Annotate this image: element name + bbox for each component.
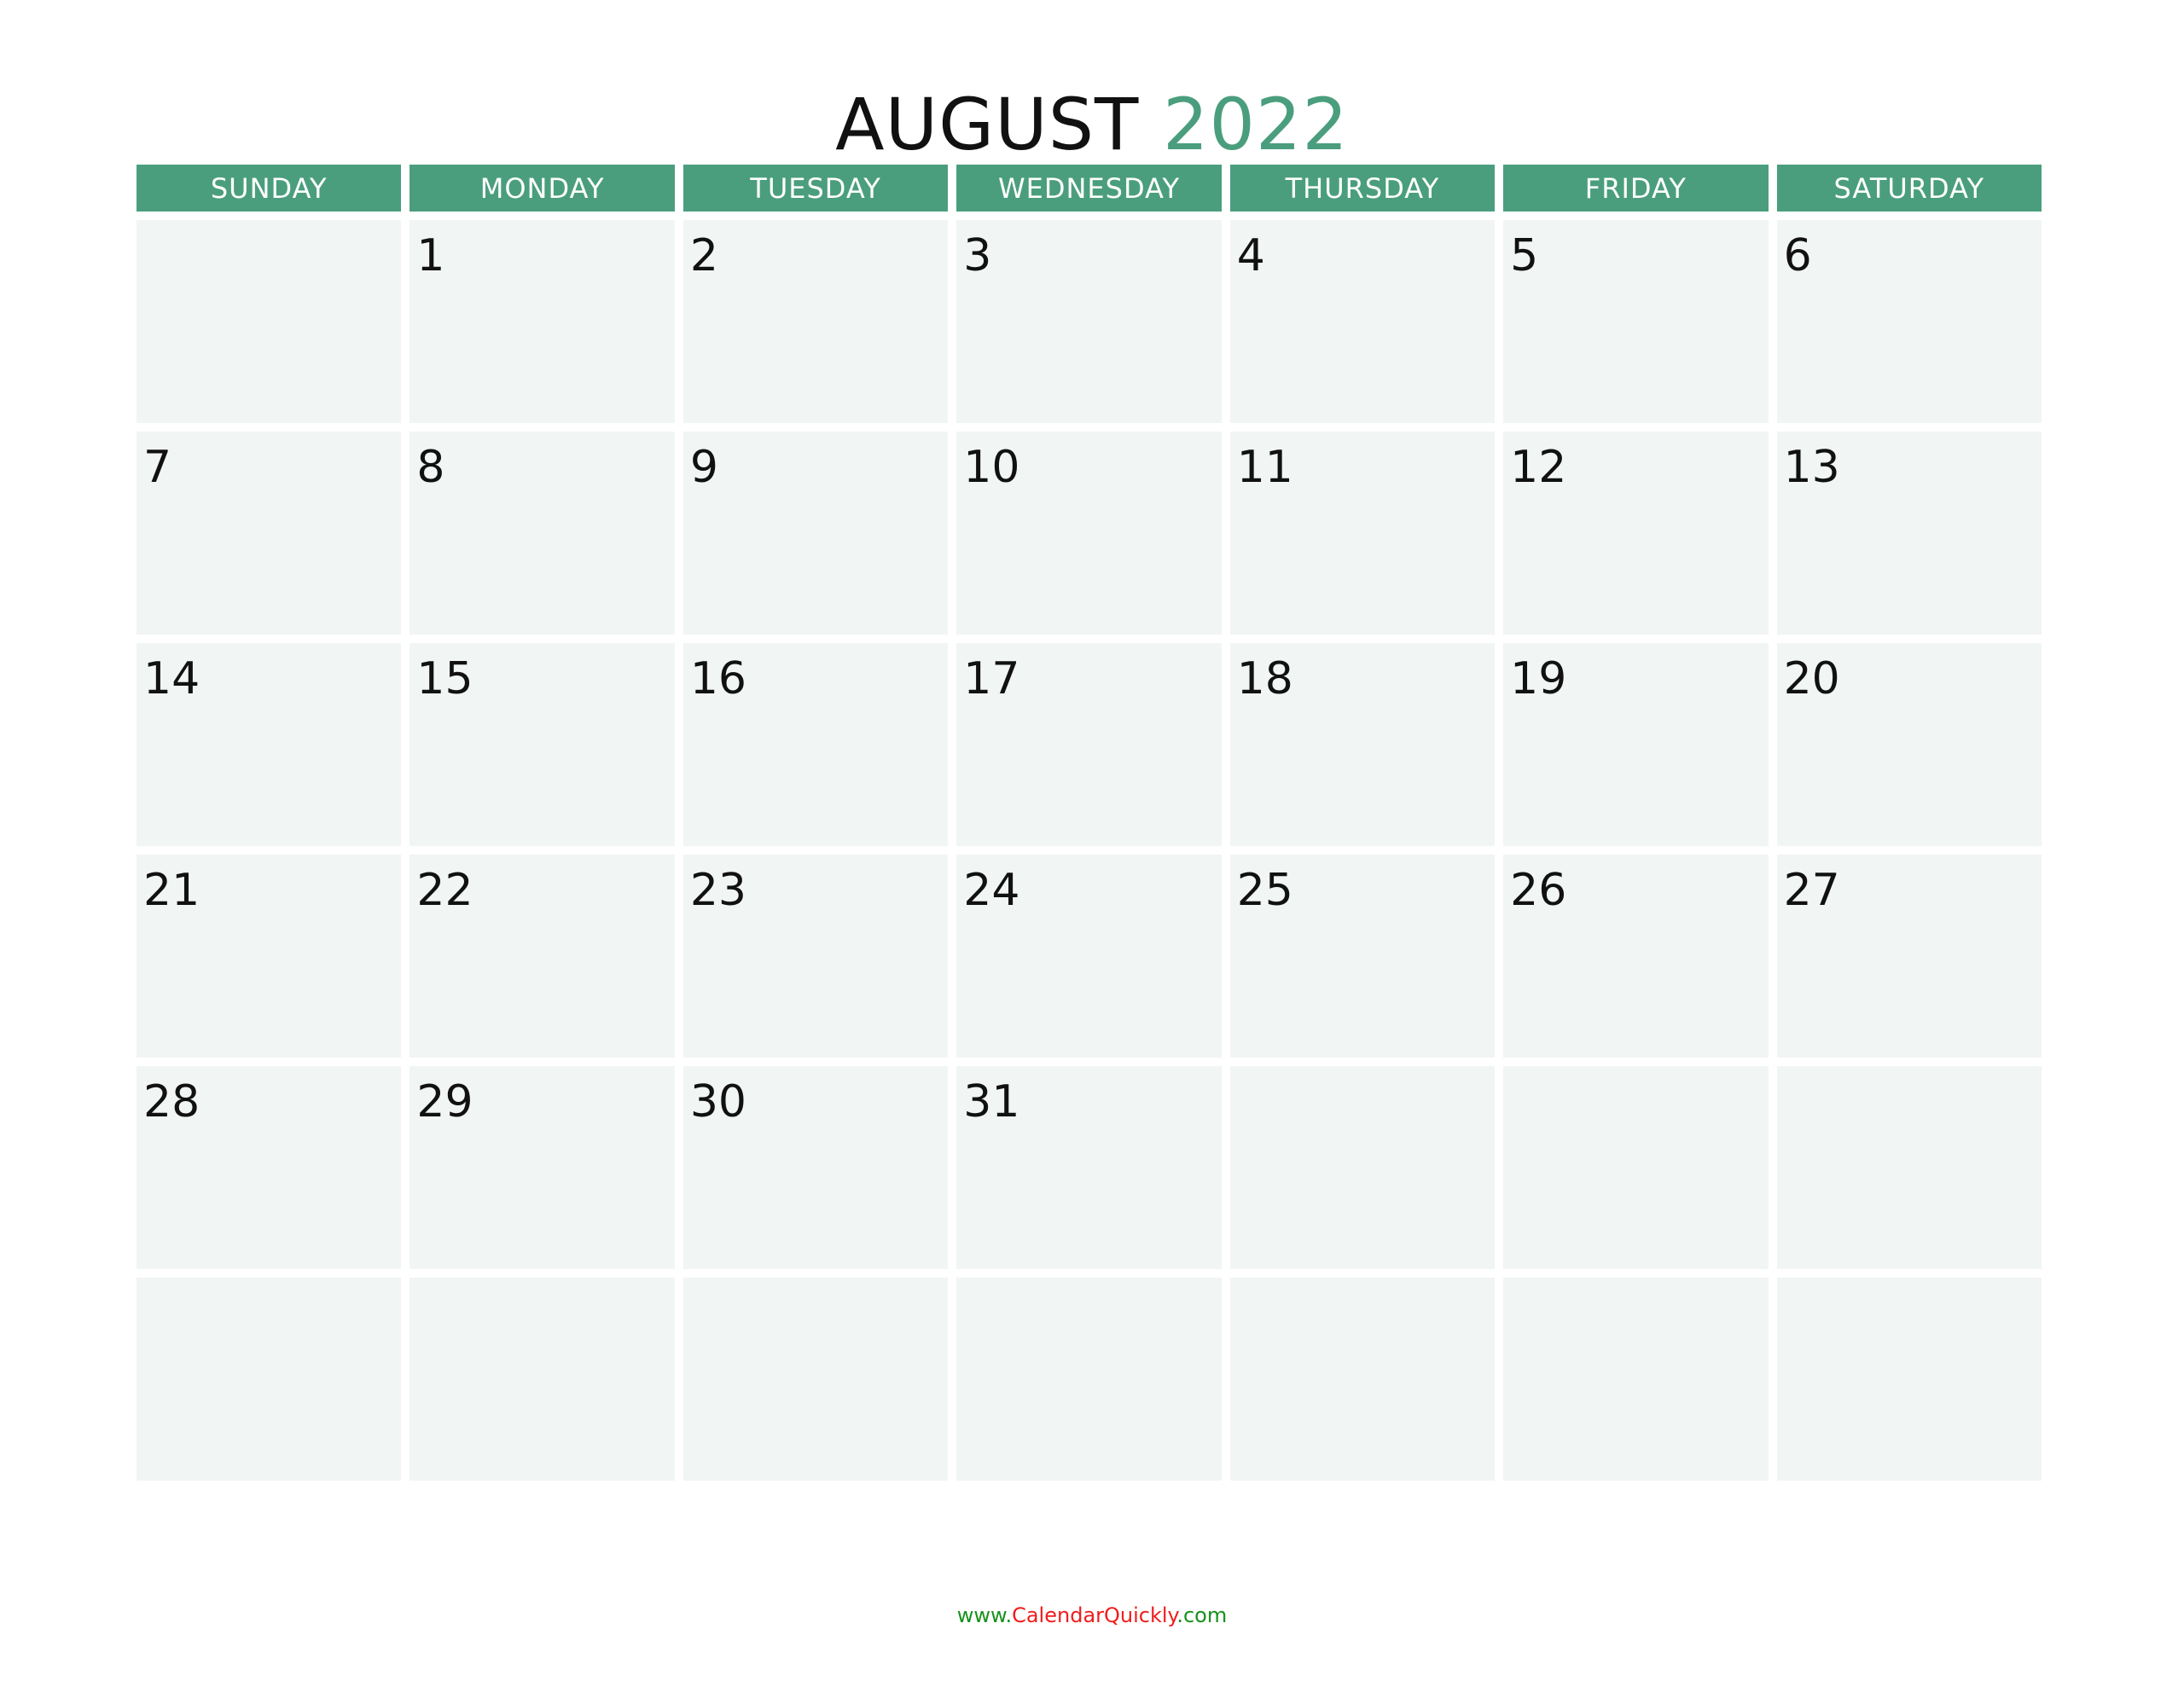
weekday-header-row: SUNDAY MONDAY TUESDAY WEDNESDAY THURSDAY… (136, 165, 2042, 212)
empty-day-cell (136, 1278, 402, 1481)
day-number: 18 (1236, 653, 1293, 704)
day-cell: 25 (1229, 855, 1496, 1058)
weekday-header-sunday: SUNDAY (136, 165, 402, 212)
day-cell: 1 (410, 220, 675, 423)
weekday-header-tuesday: TUESDAY (682, 165, 949, 212)
weekday-header-wednesday: WEDNESDAY (956, 165, 1222, 212)
day-cell: 6 (1776, 220, 2042, 423)
day-number: 30 (689, 1076, 747, 1128)
footer-website[interactable]: www.CalendarQuickly.com (0, 1603, 2184, 1627)
footer-prefix: www. (956, 1603, 1013, 1627)
day-number: 2 (689, 230, 718, 281)
day-number: 4 (1236, 230, 1265, 281)
day-number: 26 (1510, 865, 1567, 916)
day-cell: 8 (410, 432, 675, 635)
day-number: 21 (143, 865, 200, 916)
day-cell: 19 (1503, 643, 1769, 846)
calendar-weeks: 1 2 3 4 5 6 7 8 9 10 11 12 13 14 15 16 17 18 19 20 21 22 23 24 2… (136, 220, 2042, 1481)
day-cell: 28 (136, 1066, 402, 1269)
footer-brand: CalendarQuickly (1012, 1603, 1177, 1627)
day-number: 17 (963, 653, 1020, 704)
footer-suffix: .com (1176, 1603, 1228, 1627)
day-number: 8 (416, 442, 445, 493)
day-number: 29 (416, 1076, 473, 1128)
day-number: 11 (1236, 442, 1293, 493)
day-number: 27 (1783, 865, 1840, 916)
day-number: 28 (143, 1076, 200, 1128)
day-cell: 12 (1503, 432, 1769, 635)
day-cell: 11 (1229, 432, 1496, 635)
day-number: 6 (1783, 230, 1812, 281)
day-number: 10 (963, 442, 1020, 493)
day-cell: 26 (1503, 855, 1769, 1058)
day-cell: 30 (682, 1066, 949, 1269)
day-cell: 10 (956, 432, 1222, 635)
empty-day-cell (1503, 1278, 1769, 1481)
day-cell: 21 (136, 855, 402, 1058)
day-cell: 24 (956, 855, 1222, 1058)
day-cell: 31 (956, 1066, 1222, 1269)
empty-day-cell (410, 1278, 675, 1481)
day-number: 25 (1236, 865, 1293, 916)
empty-day-cell (1229, 1278, 1496, 1481)
day-cell: 29 (410, 1066, 675, 1269)
weekday-header-friday: FRIDAY (1503, 165, 1769, 212)
day-number: 1 (416, 230, 445, 281)
empty-day-cell (956, 1278, 1222, 1481)
day-cell: 16 (682, 643, 949, 846)
day-cell: 17 (956, 643, 1222, 846)
title-year: 2022 (1163, 83, 1349, 166)
day-cell: 15 (410, 643, 675, 846)
day-cell: 7 (136, 432, 402, 635)
empty-day-cell (1229, 1066, 1496, 1269)
day-cell: 4 (1229, 220, 1496, 423)
day-number: 24 (963, 865, 1020, 916)
day-number: 5 (1510, 230, 1539, 281)
day-cell: 5 (1503, 220, 1769, 423)
day-number: 15 (416, 653, 473, 704)
weekday-header-saturday: SATURDAY (1776, 165, 2042, 212)
day-cell: 23 (682, 855, 949, 1058)
day-cell: 3 (956, 220, 1222, 423)
day-number: 22 (416, 865, 473, 916)
day-cell: 14 (136, 643, 402, 846)
day-number: 14 (143, 653, 200, 704)
empty-day-cell (1503, 1066, 1769, 1269)
day-cell: 27 (1776, 855, 2042, 1058)
day-number: 23 (689, 865, 747, 916)
day-number: 3 (963, 230, 992, 281)
day-number: 16 (689, 653, 747, 704)
empty-day-cell (1776, 1278, 2042, 1481)
day-number: 31 (963, 1076, 1020, 1128)
calendar-grid: SUNDAY MONDAY TUESDAY WEDNESDAY THURSDAY… (136, 165, 2042, 1481)
calendar-title: AUGUST 2022 (0, 84, 2184, 165)
day-number: 20 (1783, 653, 1840, 704)
day-number: 13 (1783, 442, 1840, 493)
day-cell: 13 (1776, 432, 2042, 635)
day-number: 19 (1510, 653, 1567, 704)
day-cell: 9 (682, 432, 949, 635)
empty-day-cell (1776, 1066, 2042, 1269)
day-number: 12 (1510, 442, 1567, 493)
day-cell: 22 (410, 855, 675, 1058)
weekday-header-thursday: THURSDAY (1229, 165, 1496, 212)
day-cell: 20 (1776, 643, 2042, 846)
empty-day-cell (136, 220, 402, 423)
day-cell: 18 (1229, 643, 1496, 846)
title-month: AUGUST (835, 83, 1140, 166)
empty-day-cell (682, 1278, 949, 1481)
weekday-header-monday: MONDAY (410, 165, 675, 212)
day-number: 7 (143, 442, 172, 493)
day-cell: 2 (682, 220, 949, 423)
day-number: 9 (689, 442, 718, 493)
